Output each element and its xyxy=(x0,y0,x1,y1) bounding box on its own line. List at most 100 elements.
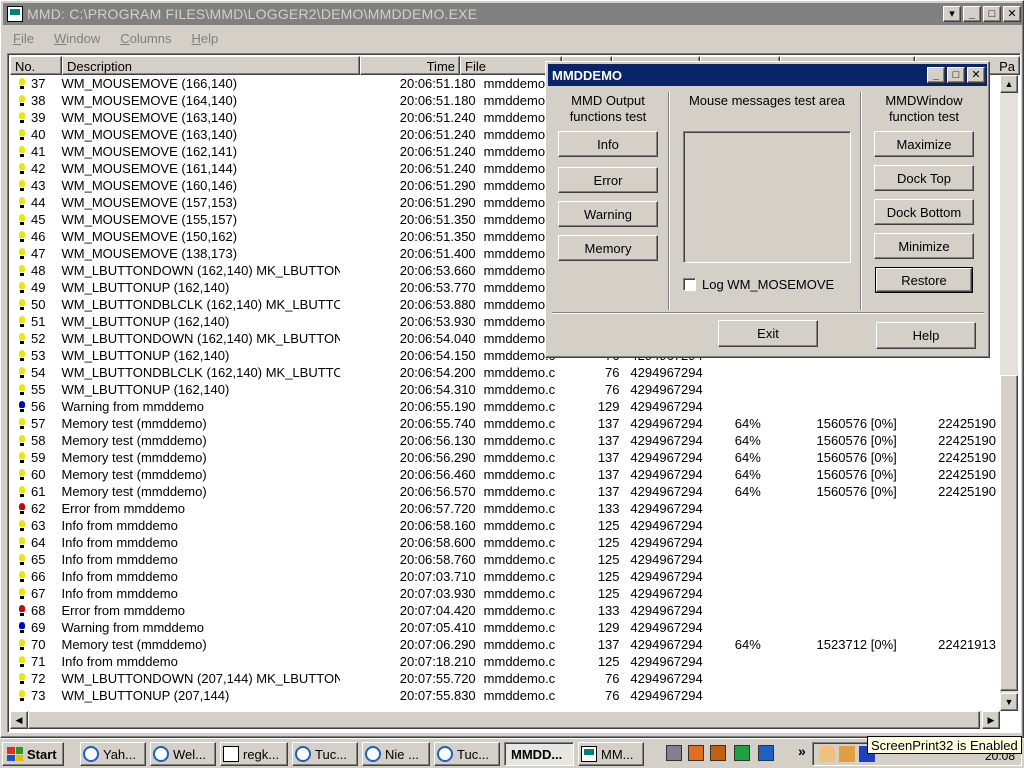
table-row[interactable]: 72 WM_LBUTTONDOWN (207,144) MK_LBUTTON 20:… xyxy=(10,670,1000,687)
quicklaunch-icon-3[interactable] xyxy=(710,745,726,761)
maximize-test-button[interactable]: Maximize xyxy=(874,131,974,157)
help-button[interactable]: Help xyxy=(876,322,976,349)
table-row[interactable]: 63 Info from mmddemo 20:06:58.160 mmddemo.c… xyxy=(10,517,1000,534)
table-row[interactable]: 71 Info from mmddemo 20:07:18.210 mmddemo.c… xyxy=(10,653,1000,670)
task-button-welcome[interactable]: Wel... xyxy=(150,742,216,766)
time-cell: 20:06:51.290 xyxy=(399,178,476,193)
quicklaunch-icon-5[interactable] xyxy=(758,745,774,761)
column-header-time[interactable]: Time xyxy=(360,56,460,75)
time-cell: 20:06:51.180 xyxy=(399,76,476,91)
quicklaunch-icon-2[interactable] xyxy=(688,745,704,761)
table-row[interactable]: 60 Memory test (mmddemo) 20:06:56.460 mmdde… xyxy=(10,466,1000,483)
horizontal-scroll-thumb[interactable] xyxy=(28,711,980,729)
info-button[interactable]: Info xyxy=(558,131,658,157)
time-cell: 20:06:51.290 xyxy=(399,195,476,210)
menu-help[interactable]: Help xyxy=(182,31,229,46)
exit-button[interactable]: Exit xyxy=(718,320,818,347)
row-number: 61 xyxy=(31,484,46,499)
row-number-cell: 62 xyxy=(10,501,57,516)
table-row[interactable]: 69 Warning from mmddemo 20:07:05.410 mmddem… xyxy=(10,619,1000,636)
maximize-button[interactable]: □ xyxy=(983,6,1001,22)
column-header-description[interactable]: Description xyxy=(62,56,360,75)
row-number-cell: 44 xyxy=(10,195,57,210)
task-button-mmddemo[interactable]: MMDD... xyxy=(504,742,574,766)
dock-top-button[interactable]: Dock Top xyxy=(874,165,974,191)
tray-icon-printer[interactable] xyxy=(839,746,855,762)
table-row[interactable]: 56 Warning from mmddemo 20:06:55.190 mmddem… xyxy=(10,398,1000,415)
time-cell: 20:06:51.240 xyxy=(399,127,476,142)
table-row[interactable]: 67 Info from mmddemo 20:07:03.930 mmddemo.c… xyxy=(10,585,1000,602)
column-header-no[interactable]: No. xyxy=(10,56,62,75)
horizontal-scrollbar[interactable]: ◀ ▶ xyxy=(10,711,1000,729)
table-row[interactable]: 61 Memory test (mmddemo) 20:06:56.570 mmdde… xyxy=(10,483,1000,500)
description-cell: Memory test (mmddemo) xyxy=(61,637,207,652)
row-number-cell: 52 xyxy=(10,331,57,346)
log-mousemove-checkbox[interactable]: Log WM_MOSEMOVE xyxy=(683,277,834,292)
vertical-scrollbar[interactable]: ▲ ▼ xyxy=(1000,75,1018,711)
table-row[interactable]: 59 Memory test (mmddemo) 20:06:56.290 mmdde… xyxy=(10,449,1000,466)
close-button[interactable]: ✕ xyxy=(1003,6,1021,22)
table-row[interactable]: 66 Info from mmddemo 20:07:03.710 mmddemo.c… xyxy=(10,568,1000,585)
hand-cursor-icon[interactable] xyxy=(819,746,835,762)
task-button-regk[interactable]: regk... xyxy=(220,742,288,766)
warning-bulb-icon xyxy=(18,621,26,634)
table-row[interactable]: 65 Info from mmddemo 20:06:58.760 mmddemo.c… xyxy=(10,551,1000,568)
minimize-test-button[interactable]: Minimize xyxy=(874,233,974,259)
dialog-minimize-button[interactable]: _ xyxy=(927,67,945,83)
app-icon[interactable] xyxy=(7,6,23,22)
scroll-up-icon[interactable]: ▲ xyxy=(1000,75,1018,93)
info-bulb-icon xyxy=(18,349,26,362)
table-row[interactable]: 73 WM_LBUTTONUP (207,144) 20:07:55.830 mmdd… xyxy=(10,687,1000,704)
table-row[interactable]: 64 Info from mmddemo 20:06:58.600 mmddemo.c… xyxy=(10,534,1000,551)
table-row[interactable]: 70 Memory test (mmddemo) 20:07:06.290 mmdde… xyxy=(10,636,1000,653)
menu-columns[interactable]: Columns xyxy=(110,31,181,46)
memory-button[interactable]: Memory xyxy=(558,235,658,261)
mouse-test-area[interactable] xyxy=(683,131,851,263)
task-button-tuc-1[interactable]: Tuc... xyxy=(292,742,358,766)
warning-button[interactable]: Warning xyxy=(558,201,658,227)
task-label: Yah... xyxy=(103,746,137,762)
scroll-down-icon[interactable]: ▼ xyxy=(1000,693,1018,711)
table-row[interactable]: 62 Error from mmddemo 20:06:57.720 mmddemo.… xyxy=(10,500,1000,517)
checkbox-box[interactable] xyxy=(683,278,696,291)
dialog-title-bar[interactable]: MMDDEMO _ □ ✕ xyxy=(548,64,987,86)
scroll-right-icon[interactable]: ▶ xyxy=(982,711,1000,729)
table-row[interactable]: 68 Error from mmddemo 20:07:04.420 mmddemo.… xyxy=(10,602,1000,619)
scroll-left-icon[interactable]: ◀ xyxy=(10,711,28,729)
dock-bottom-button[interactable]: Dock Bottom xyxy=(874,199,974,225)
minimize-button[interactable]: _ xyxy=(963,6,981,22)
window-options-icon[interactable]: ▾ xyxy=(943,6,961,22)
menu-file[interactable]: File xyxy=(3,31,44,46)
start-button[interactable]: Start xyxy=(2,742,64,766)
quicklaunch-icon-4[interactable] xyxy=(734,745,750,761)
quicklaunch-icon-1[interactable] xyxy=(666,745,682,761)
table-row[interactable]: 54 WM_LBUTTONDBLCLK (162,140) MK_LBUTTON 2… xyxy=(10,364,1000,381)
window-group-label: MMDWindow function test xyxy=(885,93,963,124)
task-button-nie[interactable]: Nie ... xyxy=(362,742,430,766)
table-row[interactable]: 55 WM_LBUTTONUP (162,140) 20:06:54.310 mmdd… xyxy=(10,381,1000,398)
error-button[interactable]: Error xyxy=(558,167,658,193)
table-row[interactable]: 57 Memory test (mmddemo) 20:06:55.740 mmdde… xyxy=(10,415,1000,432)
vertical-scroll-thumb[interactable] xyxy=(1000,375,1018,691)
description-cell: WM_LBUTTONUP (162,140) xyxy=(61,382,230,397)
dialog-close-button[interactable]: ✕ xyxy=(967,67,985,83)
restore-button[interactable]: Restore xyxy=(875,267,973,293)
file-cell: mmddemo.c xyxy=(483,399,556,414)
description-cell: Info from mmddemo xyxy=(61,535,178,550)
row-number: 63 xyxy=(31,518,46,533)
task-button-yahoo[interactable]: Yah... xyxy=(80,742,146,766)
menu-window[interactable]: Window xyxy=(44,31,110,46)
title-bar[interactable]: MMD: C:\PROGRAM FILES\MMD\LOGGER2\DEMO\M… xyxy=(3,3,1023,25)
menu-bar: File Window Columns Help xyxy=(3,27,228,49)
task-button-tuc-2[interactable]: Tuc... xyxy=(434,742,500,766)
dialog-maximize-button[interactable]: □ xyxy=(947,67,965,83)
time-cell: 20:06:58.760 xyxy=(399,552,476,567)
thread-cell: 4294967294 xyxy=(630,603,703,618)
table-row[interactable]: 58 Memory test (mmddemo) 20:06:56.130 mmdde… xyxy=(10,432,1000,449)
description-cell: WM_MOUSEMOVE (163,140) xyxy=(61,110,238,125)
time-cell: 20:06:55.190 xyxy=(399,399,476,414)
chevron-icon[interactable]: » xyxy=(798,743,806,759)
task-button-mmd[interactable]: MM... xyxy=(578,742,644,766)
info-bulb-icon xyxy=(18,451,26,464)
memory-cell: 64% xyxy=(734,416,761,431)
